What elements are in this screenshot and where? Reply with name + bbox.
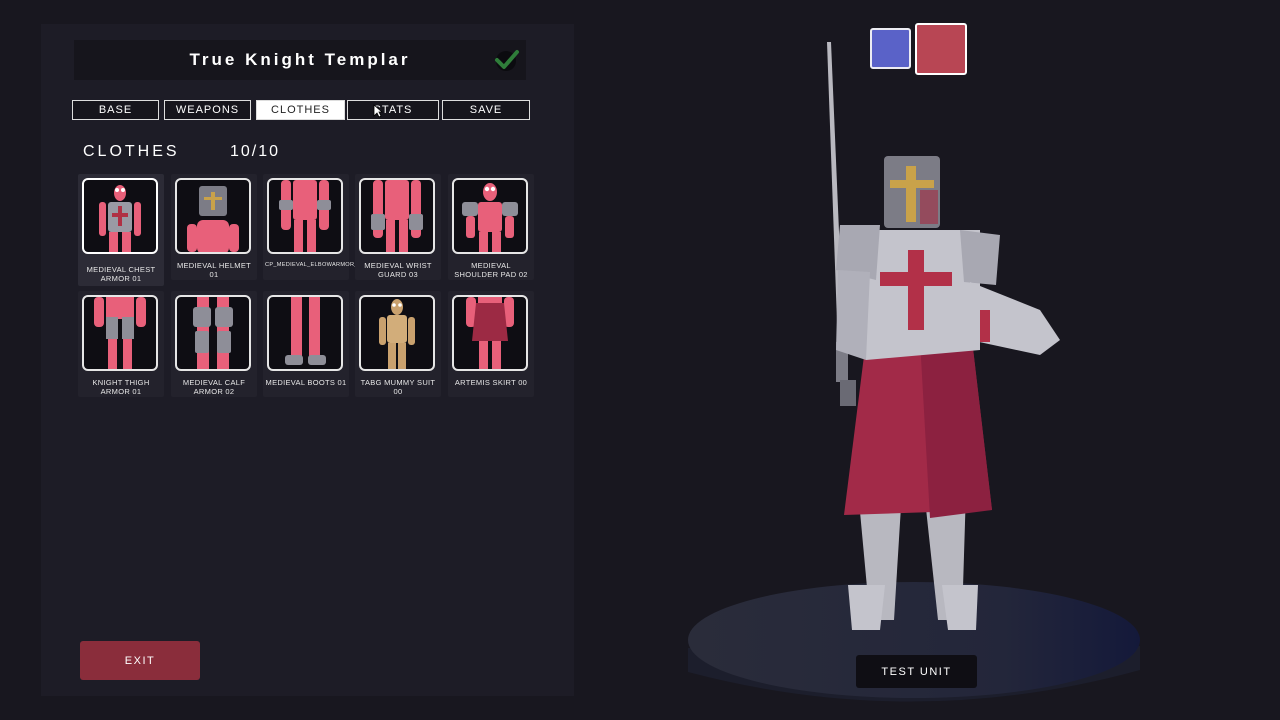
checkmark-icon[interactable]: [492, 46, 520, 74]
tab-clothes[interactable]: CLOTHES: [256, 100, 345, 120]
item-thumbnail: [267, 295, 343, 371]
clothing-item-mummy-suit[interactable]: TABG MUMMY SUIT 00: [355, 291, 441, 397]
item-label: ARTEMIS SKIRT 00: [454, 378, 528, 387]
item-label: MEDIEVAL WRIST GUARD 03: [364, 261, 432, 279]
clothing-item-chest-armor[interactable]: MEDIEVAL CHEST ARMOR 01: [78, 174, 164, 286]
clothing-item-boots[interactable]: MEDIEVAL BOOTS 01: [263, 291, 349, 397]
test-unit-button[interactable]: TEST UNIT: [856, 655, 977, 688]
tab-weapons[interactable]: WEAPONS: [164, 100, 251, 120]
tab-stats[interactable]: STATS: [347, 100, 439, 120]
item-label: MEDIEVAL SHOULDER PAD 02: [454, 261, 528, 279]
clothing-item-skirt[interactable]: ARTEMIS SKIRT 00: [448, 291, 534, 397]
exit-button[interactable]: EXIT: [80, 641, 200, 680]
item-label: MEDIEVAL CALF ARMOR 02: [182, 378, 246, 396]
item-thumbnail: [267, 178, 343, 254]
item-label: CP_MEDIEVAL_ELBOWARMOR_BOTH: [265, 262, 375, 268]
clothing-item-calf-armor[interactable]: MEDIEVAL CALF ARMOR 02: [171, 291, 257, 397]
item-label: MEDIEVAL CHEST ARMOR 01: [86, 265, 156, 283]
unit-name-bar: True Knight Templar: [74, 40, 526, 80]
mouse-cursor-icon: [373, 104, 383, 118]
item-thumbnail: [82, 295, 158, 371]
item-thumbnail: [359, 178, 435, 254]
item-thumbnail: [359, 295, 435, 371]
clothing-item-elbow-armor[interactable]: CP_MEDIEVAL_ELBOWARMOR_BOTH: [263, 174, 375, 280]
clothes-count: 10/10: [230, 143, 281, 160]
item-thumbnail: [452, 295, 528, 371]
item-thumbnail: [175, 178, 251, 254]
clothing-item-wrist-guard[interactable]: MEDIEVAL WRIST GUARD 03: [355, 174, 441, 280]
item-label: KNIGHT THIGH ARMOR 01: [92, 378, 150, 396]
clothing-item-shoulder-pad[interactable]: MEDIEVAL SHOULDER PAD 02: [448, 174, 534, 280]
item-label: TABG MUMMY SUIT 00: [360, 378, 436, 396]
item-thumbnail: [82, 178, 158, 254]
clothing-item-helmet[interactable]: MEDIEVAL HELMET 01: [171, 174, 257, 280]
tab-save[interactable]: SAVE: [442, 100, 530, 120]
item-label: MEDIEVAL HELMET 01: [176, 261, 252, 279]
section-title: CLOTHES: [83, 143, 180, 160]
unit-preview: [688, 42, 1140, 702]
tab-base[interactable]: BASE: [72, 100, 159, 120]
clothing-item-thigh-armor[interactable]: KNIGHT THIGH ARMOR 01: [78, 291, 164, 397]
item-label: MEDIEVAL BOOTS 01: [265, 378, 347, 387]
item-thumbnail: [175, 295, 251, 371]
item-thumbnail: [452, 178, 528, 254]
unit-name: True Knight Templar: [189, 50, 411, 69]
